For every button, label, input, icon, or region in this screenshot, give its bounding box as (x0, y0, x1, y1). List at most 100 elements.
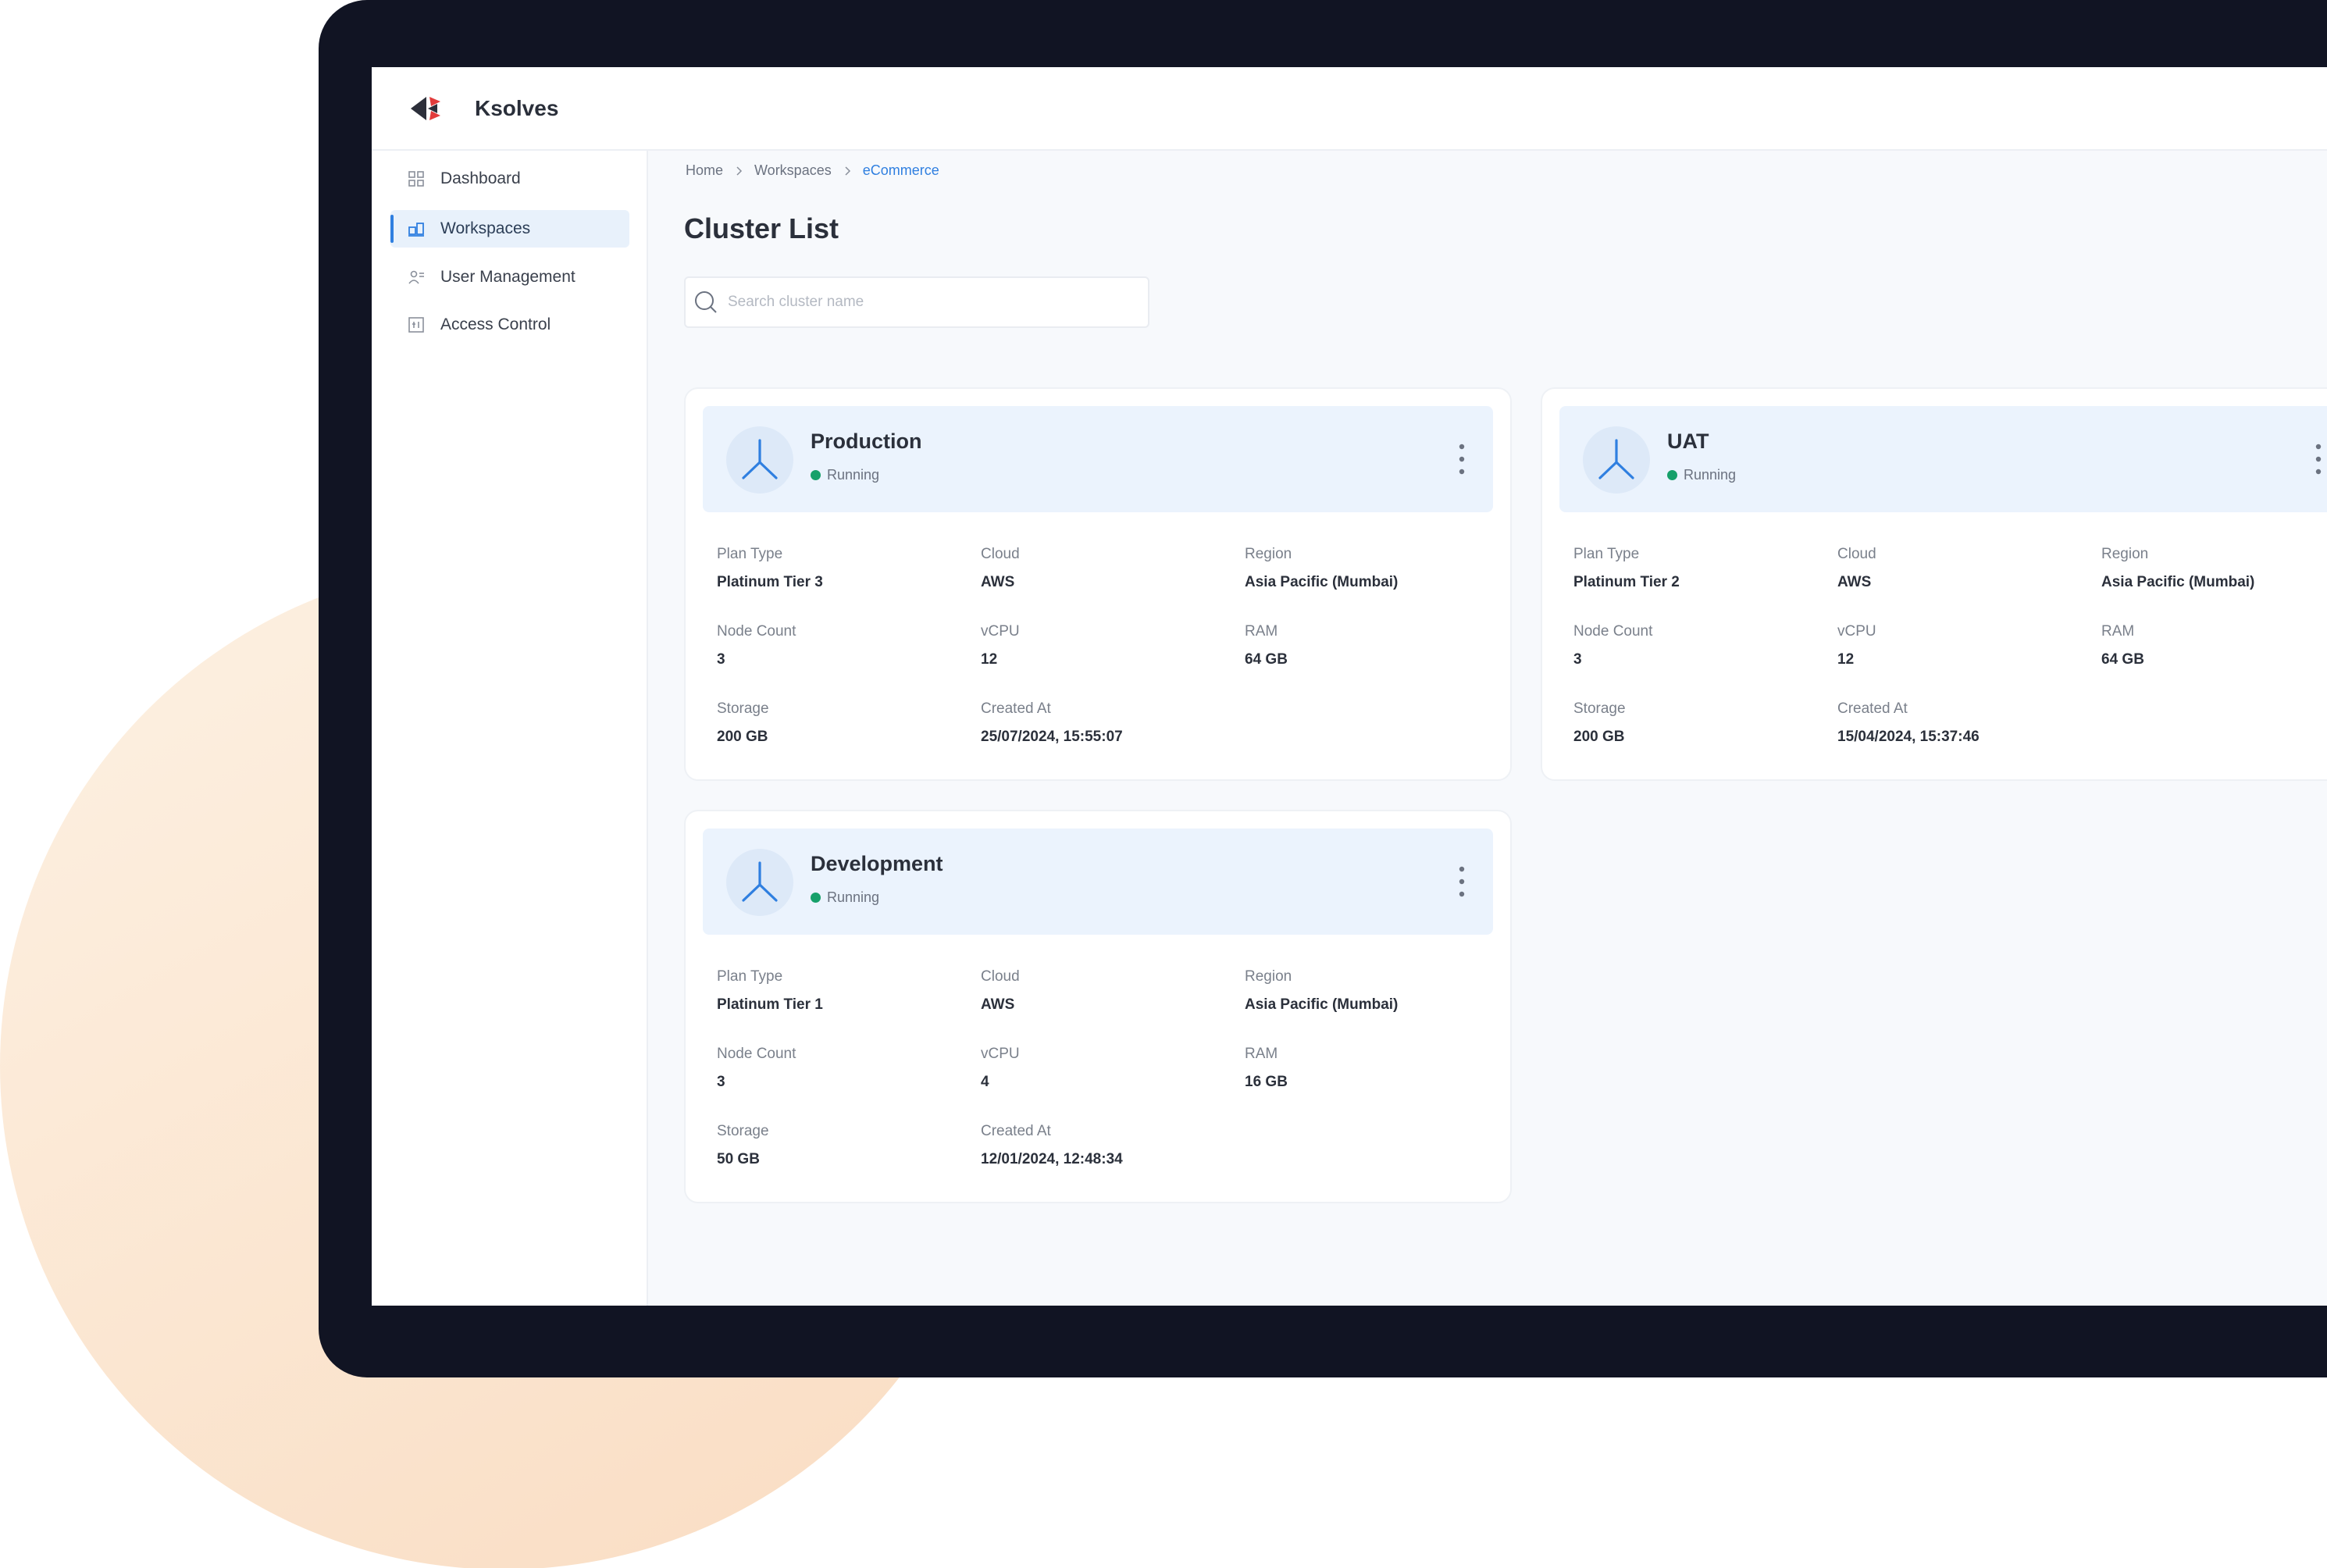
card-header: Production Running (703, 406, 1493, 512)
sidebar-item-workspaces[interactable]: Workspaces (390, 210, 629, 248)
status-badge: Running (811, 889, 879, 906)
status-text: Running (827, 467, 880, 483)
status-dot-icon (1667, 470, 1677, 480)
search-box[interactable] (684, 276, 1149, 328)
field-label: RAM (1245, 1046, 1278, 1062)
more-options-icon[interactable] (1454, 863, 1470, 900)
field-label: Cloud (981, 546, 1020, 562)
field-label: Node Count (717, 623, 796, 640)
sidebar-item-access-control[interactable]: Access Control (390, 306, 629, 344)
field-value: Platinum Tier 2 (1573, 574, 1680, 590)
field-value: 16 GB (1245, 1074, 1288, 1090)
cluster-name: UAT (1667, 429, 1709, 453)
field-node-count: Node Count 3 (1573, 622, 1823, 669)
breadcrumb: Home Workspaces eCommerce (686, 162, 939, 179)
field-vcpu: vCPU 4 (981, 1045, 1231, 1092)
sidebar-item-dashboard[interactable]: Dashboard (390, 160, 629, 198)
cluster-icon (726, 426, 793, 494)
field-label: Storage (717, 700, 769, 717)
status-badge: Running (811, 467, 879, 483)
field-value: AWS (1837, 574, 1872, 590)
app-screen: Ksolves Dashboard Workspaces User Manage… (372, 67, 2327, 1306)
search-input[interactable] (726, 293, 1135, 312)
cluster-card-development[interactable]: Development Running Plan Type Platinum T… (684, 810, 1512, 1203)
field-value: Asia Pacific (Mumbai) (1245, 996, 1399, 1013)
field-label: vCPU (1837, 623, 1876, 640)
sidebar: Dashboard Workspaces User Management Acc… (372, 151, 648, 1306)
more-options-icon[interactable] (1454, 440, 1470, 478)
field-label: Plan Type (1573, 546, 1640, 562)
field-label: Plan Type (717, 968, 783, 985)
cluster-name: Production (811, 429, 922, 453)
field-vcpu: vCPU 12 (1837, 622, 2087, 669)
search-icon (695, 291, 717, 313)
sidebar-item-user-management[interactable]: User Management (390, 258, 629, 296)
device-frame: Ksolves Dashboard Workspaces User Manage… (319, 0, 2327, 1377)
status-dot-icon (811, 470, 821, 480)
cluster-card-uat[interactable]: UAT Running Plan Type Platinum Tier 2 Cl… (1541, 387, 2327, 781)
field-node-count: Node Count 3 (717, 1045, 967, 1092)
chevron-right-icon (845, 166, 850, 176)
sidebar-item-label: User Management (440, 268, 576, 286)
field-value: 25/07/2024, 15:55:07 (981, 729, 1123, 745)
field-label: Cloud (981, 968, 1020, 985)
ksolves-logo-icon[interactable] (409, 91, 445, 127)
field-label: Cloud (1837, 546, 1876, 562)
field-created-at: Created At 15/04/2024, 15:37:46 (1837, 700, 2087, 747)
field-label: Storage (1573, 700, 1626, 717)
field-created-at: Created At 25/07/2024, 15:55:07 (981, 700, 1231, 747)
field-label: Node Count (1573, 623, 1653, 640)
sidebar-item-label: Workspaces (440, 219, 531, 237)
field-cloud: Cloud AWS (981, 545, 1231, 592)
field-cloud: Cloud AWS (1837, 545, 2087, 592)
field-node-count: Node Count 3 (717, 622, 967, 669)
field-storage: Storage 200 GB (717, 700, 967, 747)
field-value: 4 (981, 1074, 989, 1090)
field-storage: Storage 200 GB (1573, 700, 1823, 747)
field-label: vCPU (981, 1046, 1020, 1062)
field-created-at: Created At 12/01/2024, 12:48:34 (981, 1122, 1231, 1169)
breadcrumb-home[interactable]: Home (686, 162, 723, 179)
field-value: AWS (981, 996, 1015, 1013)
page-title: Cluster List (684, 212, 839, 244)
card-header: Development Running (703, 829, 1493, 935)
field-label: Region (1245, 546, 1292, 562)
breadcrumb-current: eCommerce (862, 162, 939, 178)
field-plan-type: Plan Type Platinum Tier 1 (717, 968, 967, 1014)
field-label: Created At (981, 700, 1051, 717)
field-cloud: Cloud AWS (981, 968, 1231, 1014)
sidebar-item-label: Dashboard (440, 169, 521, 187)
field-value: 12/01/2024, 12:48:34 (981, 1151, 1123, 1167)
users-icon (408, 270, 424, 284)
field-region: Region Asia Pacific (Mumbai) (2101, 545, 2327, 592)
field-value: Asia Pacific (Mumbai) (2101, 574, 2255, 590)
workspaces-icon (408, 223, 424, 237)
field-ram: RAM 64 GB (2101, 622, 2327, 669)
stage: Ksolves Dashboard Workspaces User Manage… (0, 0, 2327, 1568)
field-label: RAM (1245, 623, 1278, 640)
field-label: Plan Type (717, 546, 783, 562)
field-label: vCPU (981, 623, 1020, 640)
field-label: Storage (717, 1123, 769, 1139)
more-options-icon[interactable] (2311, 440, 2326, 478)
field-value: Platinum Tier 3 (717, 574, 823, 590)
field-ram: RAM 16 GB (1245, 1045, 1495, 1092)
field-value: 3 (1573, 651, 1582, 668)
field-region: Region Asia Pacific (Mumbai) (1245, 545, 1495, 592)
field-value: AWS (981, 574, 1015, 590)
breadcrumb-workspaces[interactable]: Workspaces (754, 162, 832, 179)
field-value: 200 GB (1573, 729, 1625, 745)
status-dot-icon (811, 893, 821, 903)
field-label: Created At (1837, 700, 1908, 717)
status-text: Running (1684, 467, 1737, 483)
access-control-icon (408, 317, 424, 333)
field-value: 64 GB (1245, 651, 1288, 668)
field-label: Region (1245, 968, 1292, 985)
cluster-card-production[interactable]: Production Running Plan Type Platinum Ti… (684, 387, 1512, 781)
card-header: UAT Running (1559, 406, 2327, 512)
field-value: 50 GB (717, 1151, 760, 1167)
top-bar: Ksolves (372, 67, 2327, 151)
field-ram: RAM 64 GB (1245, 622, 1495, 669)
field-value: Platinum Tier 1 (717, 996, 823, 1013)
cluster-icon (726, 849, 793, 916)
